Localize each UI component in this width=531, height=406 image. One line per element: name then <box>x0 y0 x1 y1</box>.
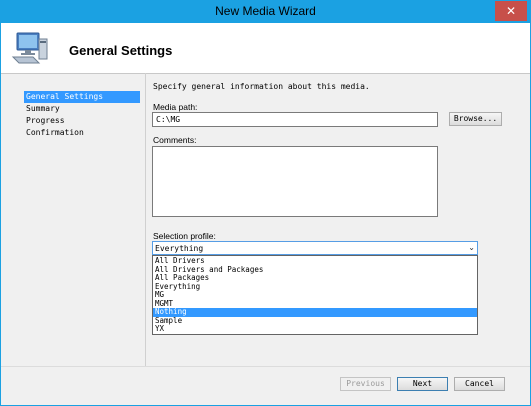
profile-option-all-packages[interactable]: All Packages <box>153 273 477 283</box>
next-button[interactable]: Next <box>397 377 448 391</box>
profile-option-sample[interactable]: Sample <box>153 316 477 326</box>
profile-option-mgmt[interactable]: MGMT <box>153 299 477 309</box>
comments-textarea[interactable] <box>152 146 438 217</box>
previous-button[interactable]: Previous <box>340 377 391 391</box>
media-path-label: Media path: <box>153 102 198 112</box>
profile-option-yx[interactable]: YX <box>153 324 477 334</box>
selection-profile-select[interactable]: Everything ⌄ <box>152 241 478 255</box>
page-description: Specify general information about this m… <box>153 82 370 91</box>
page-title: General Settings <box>69 43 173 58</box>
window-title: New Media Wizard <box>215 4 316 18</box>
computer-icon <box>11 32 48 64</box>
nav-item-general-settings[interactable]: General Settings <box>24 91 140 103</box>
nav-item-summary[interactable]: Summary <box>24 103 140 115</box>
wizard-header: General Settings <box>1 23 530 74</box>
cancel-button[interactable]: Cancel <box>454 377 505 391</box>
close-button[interactable]: ✕ <box>495 1 527 21</box>
close-icon: ✕ <box>505 4 517 18</box>
browse-button[interactable]: Browse... <box>449 112 502 126</box>
nav-item-progress[interactable]: Progress <box>24 115 140 127</box>
selection-profile-dropdown[interactable]: All Drivers All Drivers and Packages All… <box>152 255 478 335</box>
wizard-window: New Media Wizard ✕ General Settings Gene… <box>0 0 531 406</box>
profile-option-mg[interactable]: MG <box>153 290 477 300</box>
footer-divider <box>1 366 530 367</box>
selection-profile-label: Selection profile: <box>153 231 216 241</box>
title-bar[interactable]: New Media Wizard ✕ <box>1 1 530 23</box>
media-path-input[interactable]: C:\MG <box>152 112 438 127</box>
nav-item-confirmation[interactable]: Confirmation <box>24 127 140 139</box>
media-path-value: C:\MG <box>156 115 181 124</box>
divider <box>145 73 146 366</box>
selection-profile-value: Everything <box>155 244 204 253</box>
profile-option-nothing[interactable]: Nothing <box>153 307 477 317</box>
wizard-steps-nav: General Settings Summary Progress Confir… <box>24 91 140 139</box>
profile-option-everything[interactable]: Everything <box>153 282 477 292</box>
comments-label: Comments: <box>153 135 197 145</box>
chevron-down-icon: ⌄ <box>468 243 475 252</box>
